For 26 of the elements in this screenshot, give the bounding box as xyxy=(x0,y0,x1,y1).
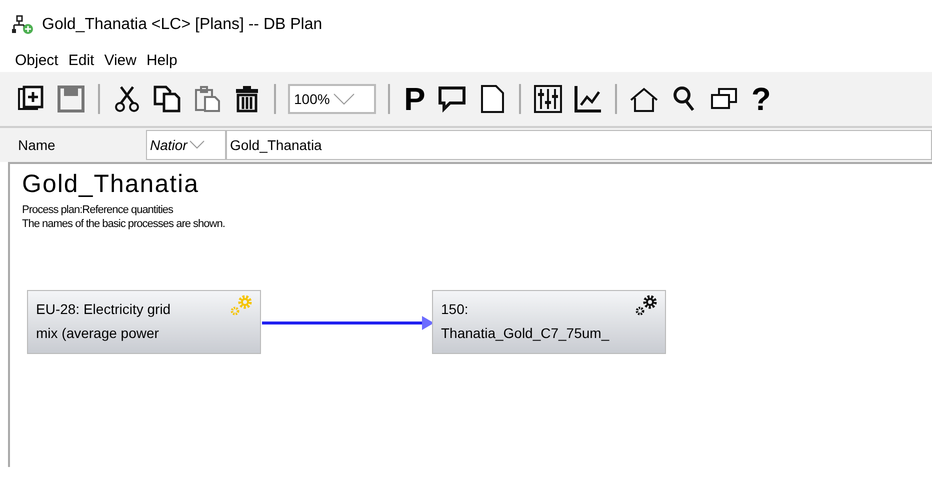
node-label: mix (average power xyxy=(36,324,160,343)
line-chart-icon[interactable] xyxy=(573,84,604,114)
copy-icon[interactable] xyxy=(152,84,182,114)
name-field[interactable]: Gold_Thanatia xyxy=(226,130,932,160)
window-title: Gold_Thanatia <LC> [Plans] -- DB Plan xyxy=(42,15,322,35)
cut-icon[interactable] xyxy=(112,84,142,114)
plan-title: Gold_Thanatia xyxy=(22,172,200,197)
field-label: Name xyxy=(17,136,56,154)
plan-note: The names of the basic processes are shown. xyxy=(22,217,225,232)
menu-item[interactable]: Object xyxy=(12,50,62,72)
chevron-icon xyxy=(332,93,355,105)
menu-item[interactable]: Help xyxy=(143,50,180,72)
node-label: EU-28: Electricity grid xyxy=(36,300,172,319)
menu-item[interactable]: Edit xyxy=(65,50,98,72)
node-label: 150: xyxy=(441,300,470,319)
node-label: Thanatia_Gold_C7_75um_ xyxy=(441,324,610,343)
zoom-dropdown[interactable]: 100% xyxy=(288,84,376,114)
language-dropdown[interactable]: Natior xyxy=(146,130,226,160)
chevron-icon xyxy=(189,140,206,150)
sliders-icon[interactable] xyxy=(533,84,564,114)
plan-subtitle: Process plan:Reference quantities xyxy=(22,203,174,218)
toolbar-button[interactable]: P xyxy=(402,83,428,115)
toolbar-button[interactable]: ? xyxy=(749,83,773,115)
menu-item[interactable]: View xyxy=(101,50,140,72)
app-icon xyxy=(12,15,34,35)
speech-bubble-icon[interactable] xyxy=(437,84,468,114)
